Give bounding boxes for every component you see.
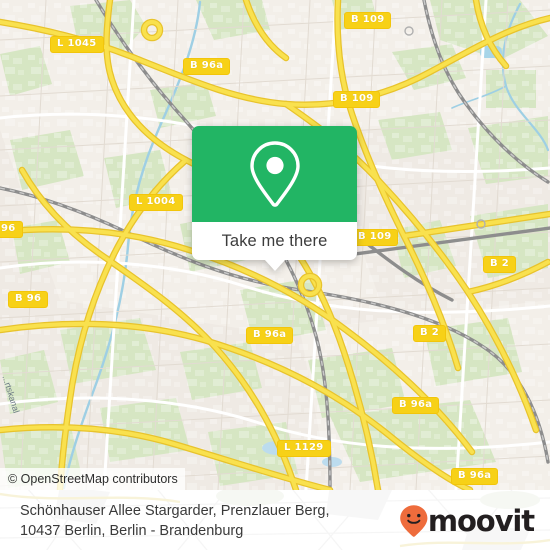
road-shield: B 96a (451, 468, 499, 485)
road-shield: B 96 (8, 291, 49, 308)
moovit-wordmark: moovit (427, 504, 535, 538)
road-shield: 96 (0, 221, 23, 238)
callout-action-area[interactable]: Take me there (192, 222, 357, 271)
road-shield: B 2 (483, 256, 516, 273)
map-attribution[interactable]: © OpenStreetMap contributors (0, 468, 185, 490)
address-line-2: 10437 Berlin, Berlin - Brandenburg (20, 523, 244, 539)
road-shield: B 96a (246, 327, 294, 344)
road-shield: B 109 (344, 12, 392, 29)
moovit-map-screenshot: B 109 L 1045 B 96a B 109 L 1004 96 B 109… (0, 0, 550, 550)
road-shield: L 1004 (129, 194, 183, 211)
callout-icon-area (192, 126, 357, 222)
road-shield: B 96a (392, 397, 440, 414)
moovit-logo[interactable]: moovit (399, 504, 535, 538)
road-shield: B 2 (413, 325, 446, 342)
road-shield: B 96a (183, 58, 231, 75)
callout-pointer-tail (263, 259, 286, 271)
map-pin-icon (249, 141, 300, 207)
take-me-there-button[interactable]: Take me there (222, 232, 328, 251)
road-shield: L 1045 (50, 36, 104, 53)
footer-bar: Schönhauser Allee Stargarder, Prenzlauer… (0, 490, 550, 550)
address-line-1: Schönhauser Allee Stargarder, Prenzlauer… (20, 503, 330, 519)
road-shield: L 1129 (277, 440, 331, 457)
moovit-pin-icon (400, 505, 428, 537)
road-shield: B 109 (333, 91, 381, 108)
address-text: Schönhauser Allee Stargarder, Prenzlauer… (20, 501, 400, 541)
destination-callout[interactable]: Take me there (192, 126, 357, 271)
road-shield: B 109 (351, 229, 399, 246)
